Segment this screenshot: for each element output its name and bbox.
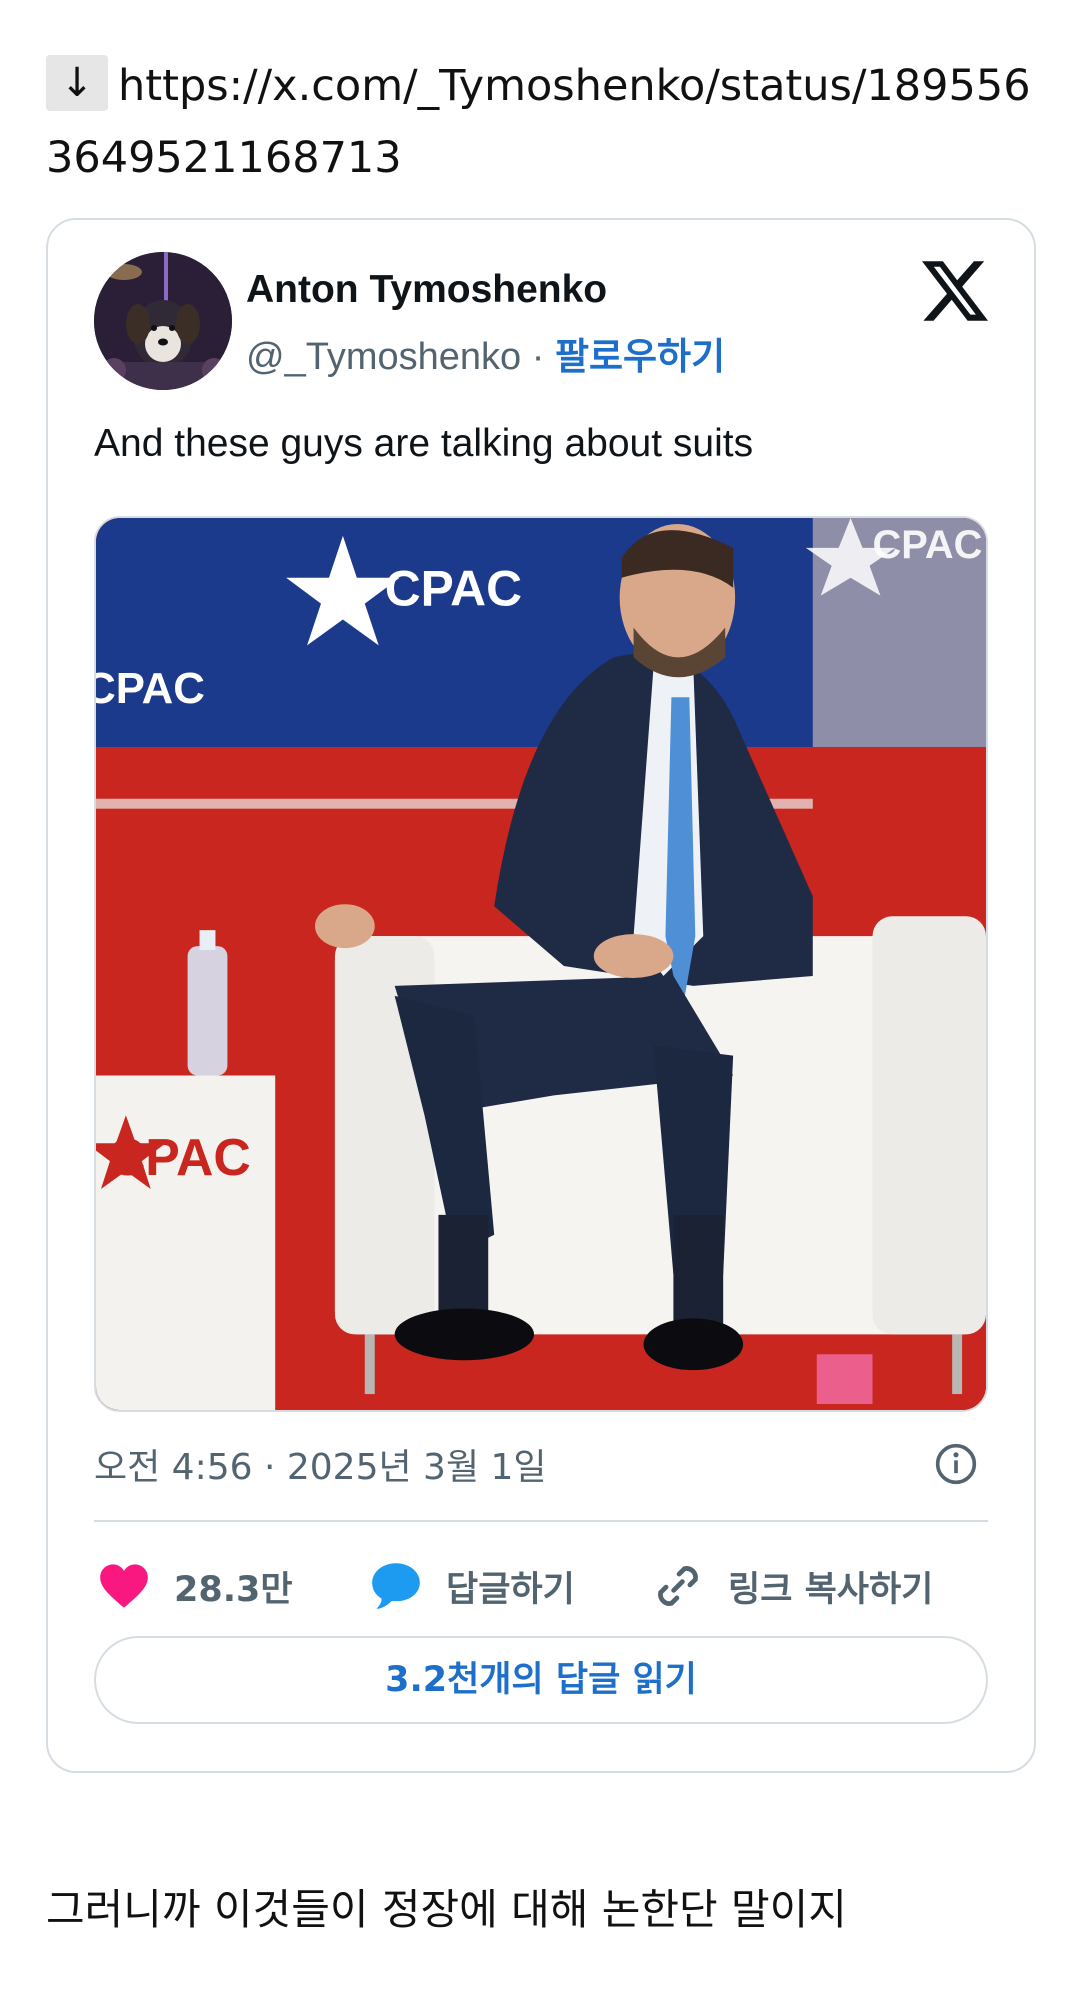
shoe-right — [643, 1318, 744, 1371]
hand-left — [315, 904, 375, 949]
tweet-text: And these guys are talking about suits — [94, 422, 754, 465]
likes-count: 28.3만 — [174, 1569, 293, 1610]
sock-right — [673, 1214, 724, 1325]
heart-icon — [100, 1564, 148, 1608]
like-button[interactable]: 28.3만 — [98, 1556, 293, 1616]
avatar[interactable] — [94, 252, 232, 390]
cpac-text-3: CPAC — [873, 523, 983, 567]
copy-link-button[interactable]: 링크 복사하기 — [652, 1556, 933, 1616]
author-handle[interactable]: @_Tymoshenko — [246, 336, 521, 378]
cpac-text-1: CPAC — [385, 561, 522, 617]
tweet-timestamp[interactable]: 오전 4:56 · 2025년 3월 1일 — [94, 1438, 547, 1490]
handle-row: @_Tymoshenko · 팔로우하기 — [246, 326, 725, 380]
shoe-left — [394, 1308, 535, 1361]
down-arrow-icon: ↓ — [46, 55, 108, 111]
source-link[interactable]: ↓ https://x.com/_Tymoshenko/status/189556… — [46, 50, 1046, 194]
gift-overlay — [816, 1354, 873, 1405]
post-caption: 그러니까 이것들이 정장에 대해 논한단 말이지 — [46, 1885, 847, 1934]
water-bottle — [187, 946, 228, 1076]
follow-button[interactable]: 팔로우하기 — [555, 335, 725, 378]
speech-bubble-icon — [372, 1563, 420, 1609]
copy-link-label: 링크 복사하기 — [728, 1569, 934, 1610]
link-icon — [658, 1566, 698, 1606]
tweet-media-image[interactable]: CPAC CPAC CPAC CPAC — [94, 516, 988, 1412]
separator-dot: · — [521, 336, 555, 378]
info-icon[interactable] — [934, 1442, 978, 1486]
photo-scene: CPAC CPAC CPAC CPAC — [96, 518, 986, 1410]
reply-button[interactable]: 답글하기 — [370, 1556, 575, 1616]
read-replies-button[interactable]: 3.2천개의 답글 읽기 — [94, 1636, 988, 1724]
reply-label: 답글하기 — [446, 1569, 575, 1610]
x-logo-icon[interactable] — [922, 258, 988, 324]
source-url[interactable]: https://x.com/_Tymoshenko/status/1895563… — [46, 61, 1031, 183]
divider — [94, 1520, 988, 1522]
sock-left — [438, 1214, 489, 1325]
author-name[interactable]: Anton Tymoshenko — [246, 268, 607, 312]
cpac-text-2: CPAC — [96, 664, 205, 713]
embedded-tweet-card[interactable]: Anton Tymoshenko @_Tymoshenko · 팔로우하기 An… — [46, 218, 1036, 1773]
cpac-text-4: CPAC — [108, 1128, 251, 1186]
hand-right — [593, 934, 674, 978]
avatar-image — [94, 252, 232, 390]
